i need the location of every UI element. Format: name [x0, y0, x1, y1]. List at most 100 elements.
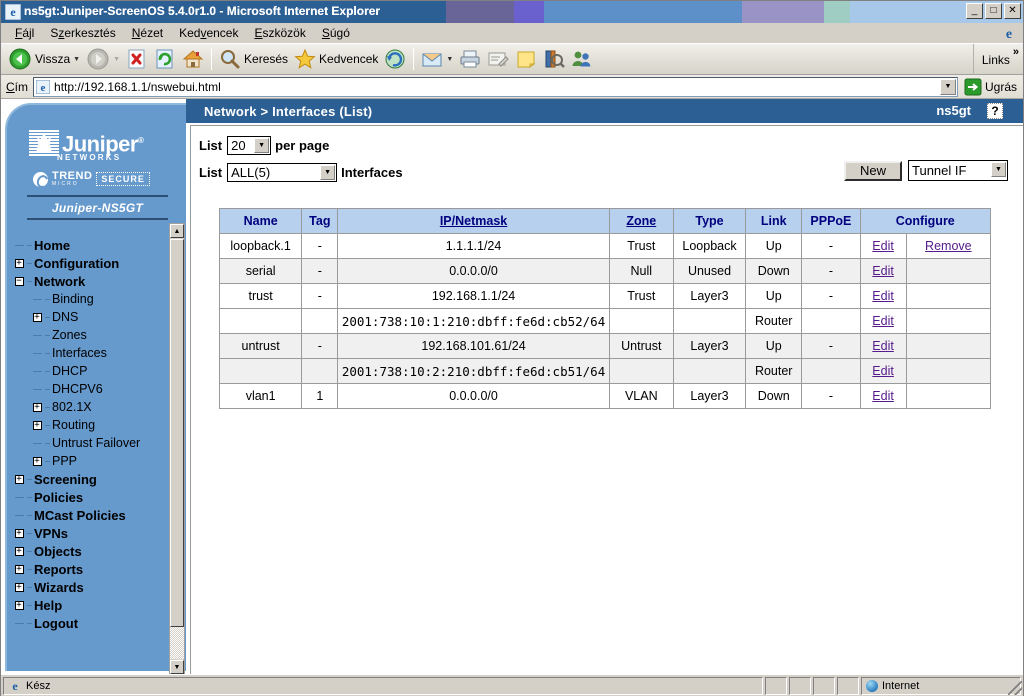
edit-button[interactable]: [484, 46, 512, 72]
scroll-up-button[interactable]: ▲: [170, 224, 184, 238]
nav-toggle-cell[interactable]: +: [11, 578, 27, 596]
search-button[interactable]: Keresés: [216, 46, 291, 72]
edit-link[interactable]: Edit: [872, 389, 894, 403]
print-button[interactable]: [456, 46, 484, 72]
links-chevron-icon[interactable]: »: [1013, 46, 1019, 58]
sidebar-item-dns[interactable]: +DNS: [11, 308, 171, 326]
sidebar-item-vpns[interactable]: +VPNs: [11, 524, 171, 542]
menu-item-edit[interactable]: Szerkesztés: [42, 24, 123, 42]
cell-edit-action[interactable]: Edit: [860, 284, 906, 309]
sidebar-item-objects[interactable]: +Objects: [11, 542, 171, 560]
expand-icon[interactable]: +: [15, 547, 24, 556]
chevron-down-icon[interactable]: ▼: [320, 165, 335, 180]
back-button[interactable]: Vissza ▼: [5, 46, 83, 72]
research-button[interactable]: [540, 46, 568, 72]
sidebar-scrollbar[interactable]: ▲ ▼: [169, 223, 185, 674]
sidebar-item-logout[interactable]: Logout: [11, 614, 171, 632]
address-input[interactable]: e http://192.168.1.1/nswebui.html ▼: [33, 77, 958, 97]
nav-toggle-cell[interactable]: +: [29, 416, 45, 434]
sidebar-item-untrust-failover[interactable]: Untrust Failover: [11, 434, 171, 452]
cell-edit-action[interactable]: Edit: [860, 359, 906, 384]
maximize-button[interactable]: □: [985, 3, 1002, 19]
edit-link[interactable]: Edit: [872, 264, 894, 278]
menu-item-view[interactable]: Nézet: [124, 24, 171, 42]
column-header-zone[interactable]: Zone: [609, 209, 673, 234]
expand-icon[interactable]: +: [33, 421, 42, 430]
menu-item-favorites[interactable]: Kedvencek: [171, 24, 246, 42]
expand-icon[interactable]: +: [33, 313, 42, 322]
sidebar-item-zones[interactable]: Zones: [11, 326, 171, 344]
cell-edit-action[interactable]: Edit: [860, 384, 906, 409]
sidebar-item-mcast-policies[interactable]: MCast Policies: [11, 506, 171, 524]
expand-icon[interactable]: +: [15, 475, 24, 484]
go-button[interactable]: Ugrás: [964, 78, 1017, 96]
address-dropdown-icon[interactable]: ▼: [940, 79, 956, 95]
cell-remove-action[interactable]: Remove: [906, 234, 990, 259]
minimize-button[interactable]: _: [966, 3, 983, 19]
sidebar-item-dhcp[interactable]: DHCP: [11, 362, 171, 380]
remove-link[interactable]: Remove: [925, 239, 972, 253]
nav-toggle-cell[interactable]: +: [11, 470, 27, 488]
cell-edit-action[interactable]: Edit: [860, 309, 906, 334]
nav-toggle-cell[interactable]: +: [29, 398, 45, 416]
forward-dropdown-icon[interactable]: ▼: [113, 56, 120, 63]
help-button[interactable]: ?: [987, 103, 1003, 119]
back-dropdown-icon[interactable]: ▼: [73, 56, 80, 63]
nav-toggle-cell[interactable]: +: [11, 542, 27, 560]
scrollbar-thumb[interactable]: [170, 239, 184, 627]
close-button[interactable]: ✕: [1004, 3, 1021, 19]
chevron-down-icon[interactable]: ▼: [991, 162, 1006, 177]
history-button[interactable]: [381, 46, 409, 72]
expand-icon[interactable]: +: [15, 601, 24, 610]
sidebar-item-reports[interactable]: +Reports: [11, 560, 171, 578]
scrollbar-track[interactable]: [170, 627, 184, 659]
sidebar-item-ppp[interactable]: +PPP: [11, 452, 171, 470]
expand-icon[interactable]: +: [15, 259, 24, 268]
menu-item-help[interactable]: Súgó: [314, 24, 358, 42]
window-resize-grip[interactable]: [1008, 681, 1022, 695]
forward-button[interactable]: ▼: [83, 46, 123, 72]
nav-toggle-cell[interactable]: +: [11, 524, 27, 542]
interface-filter-select[interactable]: ALL(5) ▼: [227, 163, 337, 182]
menu-item-tools[interactable]: Eszközök: [246, 24, 313, 42]
expand-icon[interactable]: +: [15, 565, 24, 574]
expand-icon[interactable]: +: [33, 457, 42, 466]
security-zone-pane[interactable]: Internet: [861, 677, 1021, 695]
refresh-button[interactable]: [151, 46, 179, 72]
sidebar-item-screening[interactable]: +Screening: [11, 470, 171, 488]
sidebar-item-dhcpv6[interactable]: DHCPV6: [11, 380, 171, 398]
nav-toggle-cell[interactable]: +: [29, 452, 45, 470]
edit-link[interactable]: Edit: [872, 364, 894, 378]
chevron-down-icon[interactable]: ▼: [254, 138, 269, 153]
mail-dropdown-icon[interactable]: ▼: [446, 56, 453, 63]
cell-edit-action[interactable]: Edit: [860, 259, 906, 284]
sidebar-item-configuration[interactable]: +Configuration: [11, 254, 171, 272]
stop-button[interactable]: [123, 46, 151, 72]
expand-icon[interactable]: +: [15, 583, 24, 592]
sidebar-item-network[interactable]: −Network: [11, 272, 171, 290]
mail-button[interactable]: ▼: [418, 46, 456, 72]
favorites-button[interactable]: Kedvencek: [291, 46, 381, 72]
expand-icon[interactable]: +: [33, 403, 42, 412]
sidebar-item-binding[interactable]: Binding: [11, 290, 171, 308]
sidebar-item-802-1x[interactable]: +802.1X: [11, 398, 171, 416]
edit-link[interactable]: Edit: [872, 239, 894, 253]
messenger-button[interactable]: [568, 46, 596, 72]
edit-link[interactable]: Edit: [872, 314, 894, 328]
sidebar-item-help[interactable]: +Help: [11, 596, 171, 614]
nav-toggle-cell[interactable]: +: [11, 560, 27, 578]
new-button[interactable]: New: [844, 161, 902, 181]
nav-toggle-cell[interactable]: +: [11, 596, 27, 614]
home-button[interactable]: [179, 46, 207, 72]
links-toolbar[interactable]: Links »: [973, 44, 1019, 76]
scroll-down-button[interactable]: ▼: [170, 660, 184, 674]
collapse-icon[interactable]: −: [15, 277, 24, 286]
notes-button[interactable]: [512, 46, 540, 72]
nav-toggle-cell[interactable]: +: [29, 308, 45, 326]
sidebar-item-policies[interactable]: Policies: [11, 488, 171, 506]
sidebar-item-routing[interactable]: +Routing: [11, 416, 171, 434]
new-interface-type-select[interactable]: Tunnel IF ▼: [908, 160, 1008, 181]
per-page-select[interactable]: 20 ▼: [227, 136, 271, 155]
expand-icon[interactable]: +: [15, 529, 24, 538]
sidebar-item-home[interactable]: Home: [11, 236, 171, 254]
